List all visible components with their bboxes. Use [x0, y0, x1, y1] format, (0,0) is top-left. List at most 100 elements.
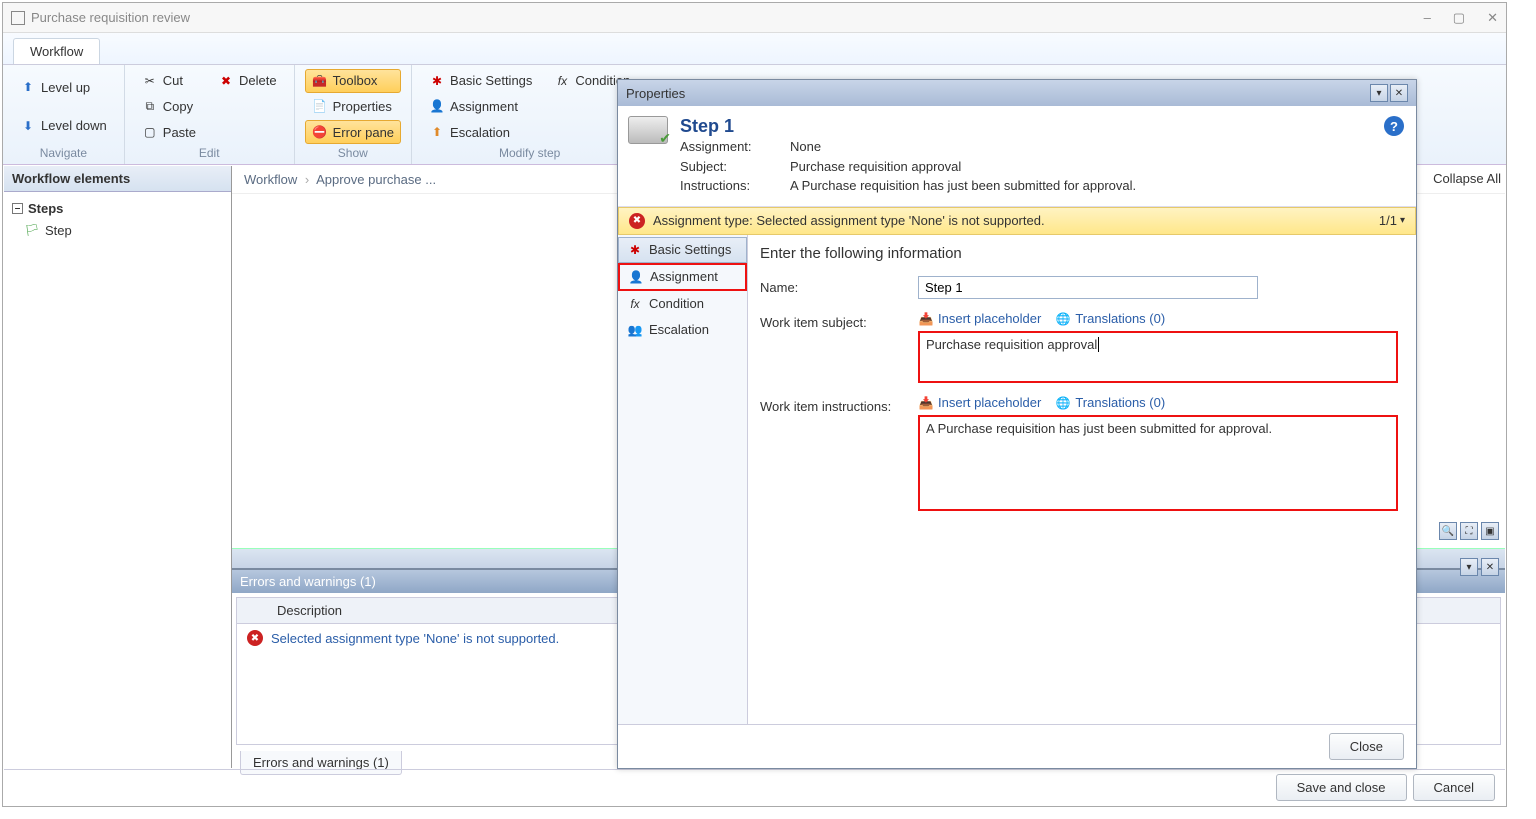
main-window: Purchase requisition review – ▢ ✕ Workfl… [2, 2, 1507, 807]
canvas-tools: Collapse All [1433, 166, 1501, 191]
zoom-fit-button[interactable]: ⛶ [1460, 522, 1478, 540]
name-input[interactable] [918, 276, 1258, 299]
workflow-elements-title: Workflow elements [4, 166, 231, 192]
assignment-value: None [790, 137, 821, 157]
translations-link-2[interactable]: 🌐Translations (0) [1055, 395, 1165, 411]
step-icon: 🏳 [24, 222, 40, 238]
assignment-label: Assignment: [680, 137, 780, 157]
asterisk-icon: ✱ [429, 73, 445, 89]
error-pane-button[interactable]: ⛔Error pane [305, 120, 401, 144]
zoom-actual-button[interactable]: ▣ [1481, 522, 1499, 540]
work-instructions-label: Work item instructions: [760, 395, 910, 414]
nav-condition[interactable]: fxCondition [618, 291, 747, 317]
window-maximize-button[interactable]: ▢ [1453, 10, 1465, 26]
nav-escalation[interactable]: 👥Escalation [618, 317, 747, 343]
globe-icon: 🌐 [1055, 395, 1071, 411]
fx-icon: fx [627, 296, 643, 312]
warning-bar: ✖ Assignment type: Selected assignment t… [618, 207, 1416, 235]
assignment-button[interactable]: 👤Assignment [422, 95, 539, 119]
titlebar: Purchase requisition review – ▢ ✕ [3, 3, 1506, 33]
error-icon: ✖ [247, 630, 263, 646]
workflow-elements-panel: Workflow elements –Steps 🏳Step [4, 166, 232, 768]
dialog-menu-button[interactable]: ▾ [1370, 84, 1388, 102]
paste-button[interactable]: ▢Paste [135, 120, 203, 144]
tree-step[interactable]: 🏳Step [12, 219, 223, 241]
dialog-title: Properties [626, 86, 685, 101]
ribbon-tabs: Workflow [3, 33, 1506, 65]
group-navigate-label: Navigate [13, 144, 114, 164]
collapse-icon[interactable]: – [12, 203, 23, 214]
zoom-search-button[interactable]: 🔍 [1439, 522, 1457, 540]
insert-icon: 📥 [918, 311, 934, 327]
warning-error-icon: ✖ [629, 213, 645, 229]
footer-bar: Save and close Cancel [4, 769, 1505, 805]
nav-assignment[interactable]: 👤Assignment [618, 263, 747, 291]
subject-textarea[interactable]: Purchase requisition approval [918, 331, 1398, 383]
level-up-icon: ⬆ [20, 79, 36, 95]
name-label: Name: [760, 276, 910, 295]
basic-settings-button[interactable]: ✱Basic Settings [422, 69, 539, 93]
escalation-button[interactable]: ⬆Escalation [422, 120, 539, 144]
window-close-button[interactable]: ✕ [1487, 10, 1498, 26]
delete-button[interactable]: ✖Delete [211, 69, 284, 93]
toolbox-button[interactable]: 🧰Toolbox [305, 69, 401, 93]
properties-icon: 📄 [312, 98, 328, 114]
error-pane-icon: ⛔ [312, 124, 328, 140]
breadcrumb-workflow[interactable]: Workflow [244, 172, 297, 187]
assignment-icon: 👤 [628, 269, 644, 285]
step-title: Step 1 [680, 116, 1136, 137]
toolbox-icon: 🧰 [312, 73, 328, 89]
chevron-right-icon: › [305, 172, 309, 187]
level-down-icon: ⬇ [20, 118, 36, 134]
globe-icon: 🌐 [1055, 311, 1071, 327]
instructions-value: A Purchase requisition has just been sub… [790, 176, 1136, 196]
cancel-button[interactable]: Cancel [1413, 774, 1495, 801]
paste-icon: ▢ [142, 124, 158, 140]
dialog-close-button[interactable]: Close [1329, 733, 1404, 760]
tree-steps[interactable]: –Steps [12, 198, 223, 219]
escalation-icon: ⬆ [429, 124, 445, 140]
collapse-all-button[interactable]: Collapse All [1433, 171, 1501, 186]
insert-placeholder-link[interactable]: 📥Insert placeholder [918, 311, 1041, 327]
insert-placeholder-link-2[interactable]: 📥Insert placeholder [918, 395, 1041, 411]
app-icon [11, 11, 25, 25]
dialog-nav: ✱Basic Settings 👤Assignment fxCondition … [618, 235, 748, 725]
save-and-close-button[interactable]: Save and close [1276, 774, 1407, 801]
dialog-titlebar[interactable]: Properties ▾ ✕ [618, 80, 1416, 106]
delete-icon: ✖ [218, 73, 234, 89]
cut-button[interactable]: ✂Cut [135, 69, 203, 93]
form-heading: Enter the following information [760, 245, 1404, 262]
instructions-textarea[interactable]: A Purchase requisition has just been sub… [918, 415, 1398, 511]
dialog-close-x-button[interactable]: ✕ [1390, 84, 1408, 102]
translations-link[interactable]: 🌐Translations (0) [1055, 311, 1165, 327]
warning-count[interactable]: 1/1 [1379, 213, 1405, 228]
subject-value: Purchase requisition approval [790, 157, 961, 177]
window-title: Purchase requisition review [31, 10, 190, 25]
level-down-button[interactable]: ⬇Level down [13, 108, 114, 145]
properties-dialog: Properties ▾ ✕ Step 1 Assignment: None Su… [617, 79, 1417, 769]
copy-icon: ⧉ [142, 98, 158, 114]
asterisk-icon: ✱ [627, 242, 643, 258]
panel-menu-button[interactable]: ▾ [1460, 558, 1478, 576]
level-up-button[interactable]: ⬆Level up [13, 69, 114, 106]
instructions-label: Instructions: [680, 176, 780, 196]
error-text: Selected assignment type 'None' is not s… [271, 631, 559, 646]
subject-label: Subject: [680, 157, 780, 177]
fx-icon: fx [554, 73, 570, 89]
step-icon-large [628, 116, 668, 144]
work-subject-label: Work item subject: [760, 311, 910, 330]
nav-basic-settings[interactable]: ✱Basic Settings [618, 237, 747, 263]
warning-text: Assignment type: Selected assignment typ… [653, 213, 1045, 228]
help-icon[interactable]: ? [1384, 116, 1404, 136]
properties-button[interactable]: 📄Properties [305, 95, 401, 119]
assignment-icon: 👤 [429, 98, 445, 114]
breadcrumb-approve[interactable]: Approve purchase ... [316, 172, 436, 187]
group-show-label: Show [305, 144, 401, 164]
insert-icon: 📥 [918, 395, 934, 411]
tab-workflow[interactable]: Workflow [13, 38, 100, 64]
escalation-icon: 👥 [627, 322, 643, 338]
window-minimize-button[interactable]: – [1424, 10, 1431, 26]
group-edit-label: Edit [135, 144, 284, 164]
panel-close-button[interactable]: ✕ [1481, 558, 1499, 576]
copy-button[interactable]: ⧉Copy [135, 95, 203, 119]
